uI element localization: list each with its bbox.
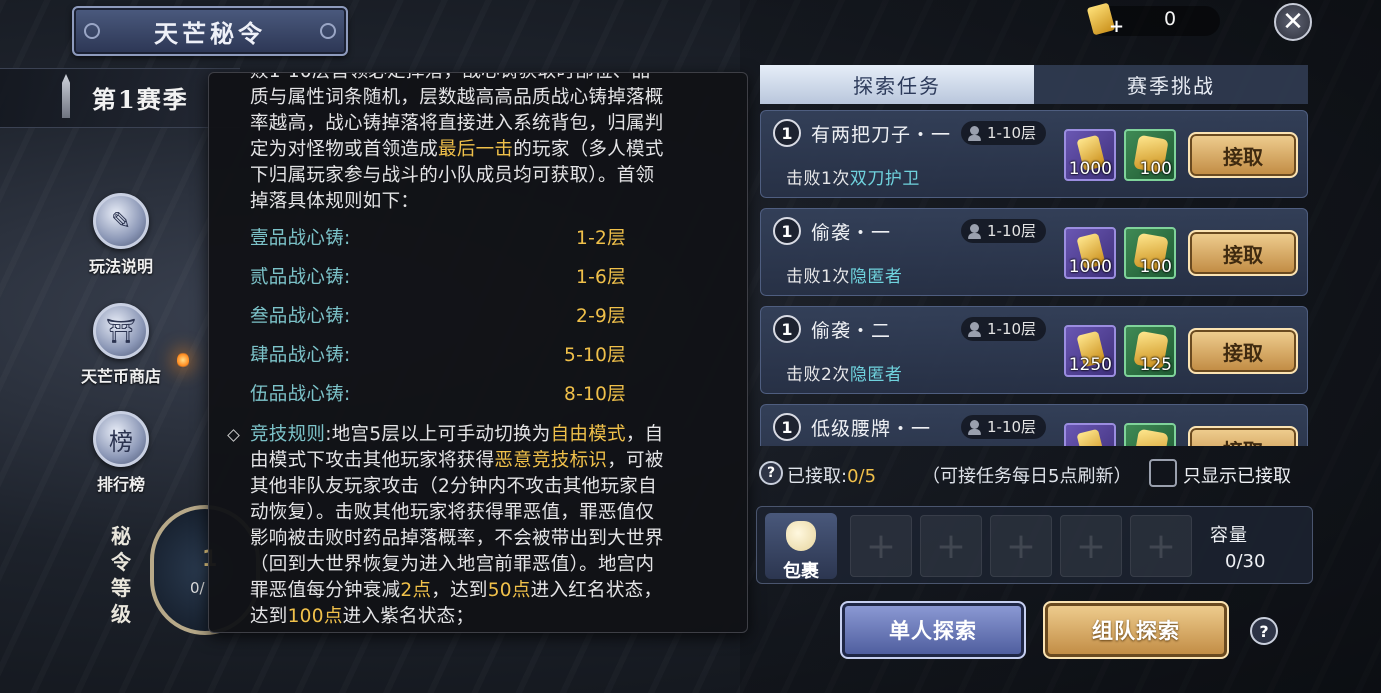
ranking-icon: 榜 [93, 411, 149, 467]
quest-name: 偷袭・一 [811, 222, 892, 244]
accepted-label: 已接取:0/5 [787, 466, 877, 487]
level-progress: 0/ [190, 579, 205, 597]
level-label: 秘令 等级 [111, 524, 131, 626]
quest-number-badge: 1 [773, 413, 801, 441]
drop-rule-row: 叁品战心铸: 2-9层 [250, 305, 626, 327]
bag-slot[interactable]: + [990, 515, 1052, 577]
bag-slot[interactable]: + [850, 515, 912, 577]
team-explore-button[interactable]: 组队探索 [1043, 601, 1229, 659]
quest-item: 1 偷袭・二 1-10层 击败2次隐匿者 1250 125 接取 [760, 306, 1308, 394]
quest-desc: 击败2次隐匿者 [786, 365, 903, 385]
title-plaque: 天芒秘令 [72, 6, 348, 56]
accept-button[interactable]: 接取 [1188, 132, 1298, 178]
quest-number-badge: 1 [773, 217, 801, 245]
sidebar-item-ranking[interactable]: 榜 排行榜 [66, 411, 176, 495]
capacity-label: 容量 [1210, 525, 1248, 546]
sidebar-item-shop[interactable]: ⛩ 天芒币商店 [66, 303, 176, 387]
show-accepted-label: 只显示已接取 [1183, 466, 1291, 487]
bag-icon [786, 521, 816, 551]
shop-icon: ⛩ [93, 303, 149, 359]
tab-bar: 探索任务 赛季挑战 [760, 65, 1308, 104]
quest-list[interactable]: 1 有两把刀子・一 1-10层 击败1次双刀护卫 1000 100 接取 1 偷… [760, 110, 1308, 446]
reward-token[interactable]: 1250 [1064, 325, 1116, 377]
quest-item: 1 低级腰牌・一 1-10层 接取 [760, 404, 1308, 446]
refresh-note: （可接任务每日5点刷新） [922, 466, 1132, 487]
pvp-rules: 竞技规则:地宫5层以上可手动切换为自由模式，自 [250, 422, 732, 448]
quest-name: 偷袭・二 [811, 320, 892, 342]
quest-desc: 击败1次双刀护卫 [786, 169, 920, 189]
tab-explore-tasks[interactable]: 探索任务 [760, 65, 1034, 104]
reward-token[interactable]: 1000 [1064, 129, 1116, 181]
show-accepted-checkbox[interactable] [1149, 459, 1177, 487]
reward-gold[interactable]: 100 [1124, 129, 1176, 181]
rules-tooltip: 败1-10层首领必定掉落，战心铸获取时部位、品 质与属性词条随机，层数越高高品质… [208, 72, 748, 633]
ornament-icon [84, 23, 100, 39]
sidebar-item-guide[interactable]: ✎ 玩法说明 [66, 193, 176, 277]
quest-number-badge: 1 [773, 119, 801, 147]
sidebar-item-label: 天芒币商店 [80, 367, 161, 386]
token-icon [1076, 428, 1106, 446]
quest-number-badge: 1 [773, 315, 801, 343]
accept-button[interactable]: 接取 [1188, 230, 1298, 276]
quest-desc: 击败1次隐匿者 [786, 267, 903, 287]
torch-flame [177, 352, 189, 368]
reward-gold[interactable]: 125 [1124, 325, 1176, 377]
currency-value: 0 [1163, 8, 1177, 30]
help-icon[interactable]: ? [759, 461, 783, 485]
reward-gold[interactable]: 100 [1124, 227, 1176, 279]
help-icon[interactable]: ? [1250, 617, 1278, 645]
reward-gold[interactable] [1124, 423, 1176, 446]
drop-rule-row: 壹品战心铸: 1-2层 [250, 227, 626, 249]
close-button[interactable]: ✕ [1274, 3, 1312, 41]
quest-floor-range: 1-10层 [961, 415, 1047, 439]
bag-button[interactable]: 包裹 [765, 513, 837, 582]
tab-season-challenge[interactable]: 赛季挑战 [1034, 65, 1308, 104]
reward-token[interactable]: 1000 [1064, 227, 1116, 279]
gold-ingot-icon [1133, 428, 1169, 446]
quest-name: 有两把刀子・一 [811, 124, 952, 146]
quest-item: 1 偷袭・一 1-10层 击败1次隐匿者 1000 100 接取 [760, 208, 1308, 296]
ornament-icon [320, 23, 336, 39]
tooltip-content: 败1-10层首领必定掉落，战心铸获取时部位、品 质与属性词条随机，层数越高高品质… [250, 73, 732, 630]
reward-token[interactable] [1064, 423, 1116, 446]
quest-floor-range: 1-10层 [961, 317, 1047, 341]
scroll-icon: ✎ [93, 193, 149, 249]
drop-rule-row: 伍品战心铸: 8-10层 [250, 383, 626, 405]
quest-floor-range: 1-10层 [961, 121, 1047, 145]
accept-button[interactable]: 接取 [1188, 328, 1298, 374]
season-label: 第1赛季 [92, 85, 189, 114]
sidebar-item-label: 玩法说明 [88, 257, 153, 276]
drop-rule-row: 肆品战心铸: 5-10层 [250, 344, 626, 366]
quest-item: 1 有两把刀子・一 1-10层 击败1次双刀护卫 1000 100 接取 [760, 110, 1308, 198]
accept-button[interactable]: 接取 [1188, 426, 1298, 446]
bag-slot[interactable]: + [1130, 515, 1192, 577]
capacity-value: 0/30 [1225, 551, 1266, 572]
add-currency-icon[interactable]: + [1109, 16, 1124, 37]
sidebar-item-label: 排行榜 [96, 475, 145, 494]
drop-rule-row: 贰品战心铸: 1-6层 [250, 266, 626, 288]
bag-slot[interactable]: + [920, 515, 982, 577]
page-title: 天芒秘令 [154, 18, 266, 48]
solo-explore-button[interactable]: 单人探索 [840, 601, 1026, 659]
bag-panel: 包裹 + + + + + 容量 0/30 [756, 506, 1313, 584]
quest-name: 低级腰牌・一 [811, 418, 932, 440]
sword-icon [62, 74, 70, 118]
quest-floor-range: 1-10层 [961, 219, 1047, 243]
bag-slot[interactable]: + [1060, 515, 1122, 577]
accepted-status-row: ? 已接取:0/5 （可接任务每日5点刷新） 只显示已接取 [757, 453, 1313, 493]
